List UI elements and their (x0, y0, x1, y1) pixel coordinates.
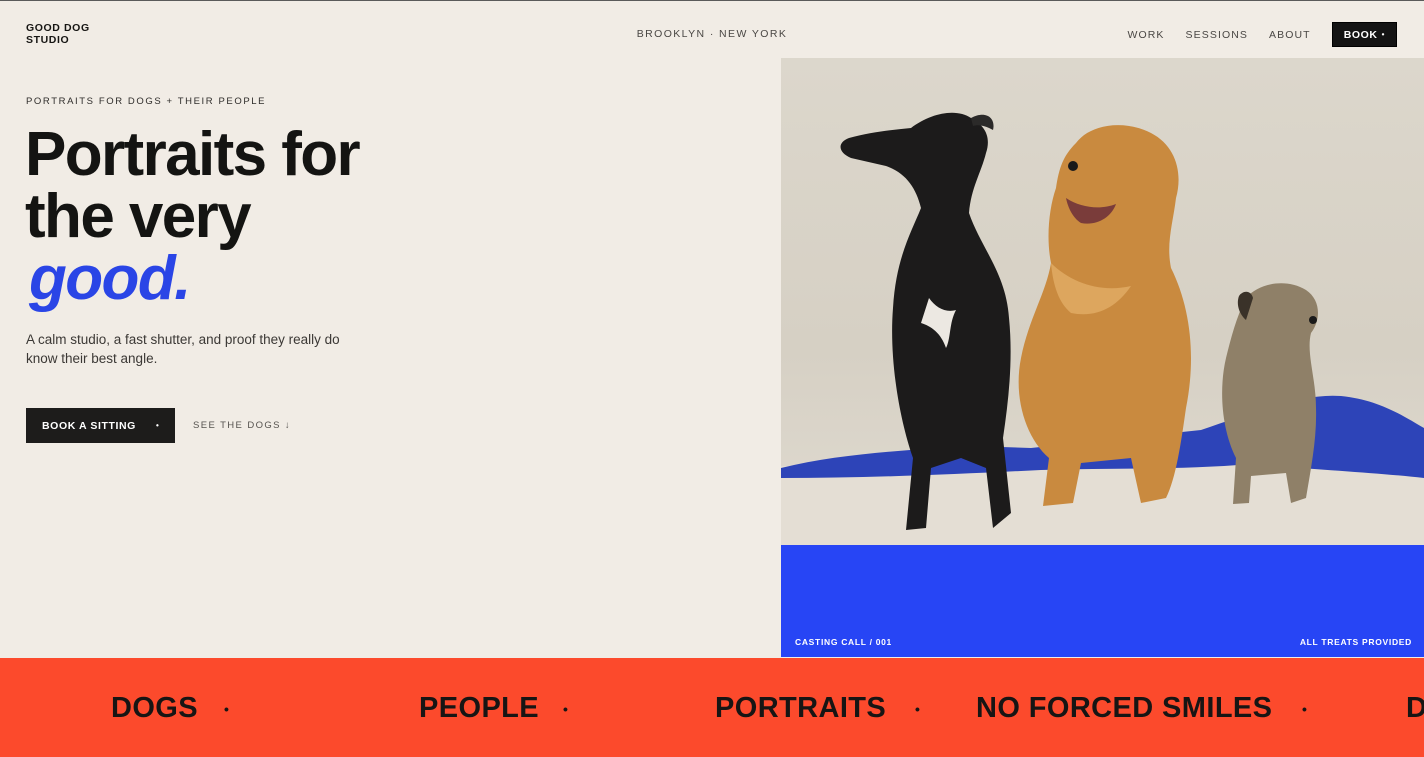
golden-retriever (1018, 125, 1191, 507)
headline-line-2: the very (25, 182, 252, 251)
ticker-separator: • (915, 701, 920, 717)
nav-book-button[interactable]: BOOK • (1331, 22, 1397, 47)
see-the-dogs-link[interactable]: SEE THE DOGS ↓ (193, 420, 291, 431)
main-nav: WORK SESSIONS ABOUT BOOK • (1127, 22, 1397, 47)
nav-book-label: BOOK (1343, 28, 1378, 41)
casting-panel: CASTING CALL / 001 ALL TREATS PROVIDED (781, 545, 1424, 657)
ticker-item-no-forced-smiles: NO FORCED SMILES (976, 692, 1273, 724)
hero-eyebrow: PORTRAITS FOR DOGS + THEIR PEOPLE (26, 96, 267, 107)
small-terrier (1222, 283, 1318, 504)
ticker-separator: • (224, 701, 229, 717)
nav-sessions-link[interactable]: SESSIONS (1186, 29, 1248, 41)
terrier-nose (1309, 316, 1317, 324)
ticker-separator: • (1302, 701, 1307, 717)
dogs-illustration (781, 112, 1424, 545)
dot-icon: • (1381, 30, 1385, 39)
book-a-sitting-button[interactable]: BOOK A SITTING • (26, 408, 175, 443)
dogs-photo (781, 58, 1424, 545)
nav-about-link[interactable]: ABOUT (1269, 29, 1311, 41)
hero-subtitle: A calm studio, a fast shutter, and proof… (26, 332, 340, 366)
headline-accent: good. (29, 244, 191, 313)
top-border (0, 0, 1424, 1)
treats-caption: ALL TREATS PROVIDED (1299, 637, 1412, 647)
ticker-item-dogs: DOGS (111, 692, 198, 724)
headline-line-1: Portraits for (25, 120, 361, 189)
cta-label: BOOK A SITTING (42, 419, 136, 432)
nav-work-link[interactable]: WORK (1127, 29, 1164, 41)
dot-icon: • (155, 421, 160, 430)
ticker-separator: • (563, 701, 568, 717)
studio-floor (781, 466, 1424, 545)
ticker-item-partial: D (1406, 692, 1424, 724)
ticker-item-people: PEOPLE (419, 692, 540, 724)
hero-headline: Portraits for the very good. (25, 120, 361, 313)
casting-call-caption: CASTING CALL / 001 (795, 637, 892, 647)
retriever-nose (1068, 161, 1078, 171)
marquee-ticker: DOGS • PEOPLE • PORTRAITS • NO FORCED SM… (0, 658, 1424, 757)
ticker-item-portraits: PORTRAITS (715, 692, 887, 724)
